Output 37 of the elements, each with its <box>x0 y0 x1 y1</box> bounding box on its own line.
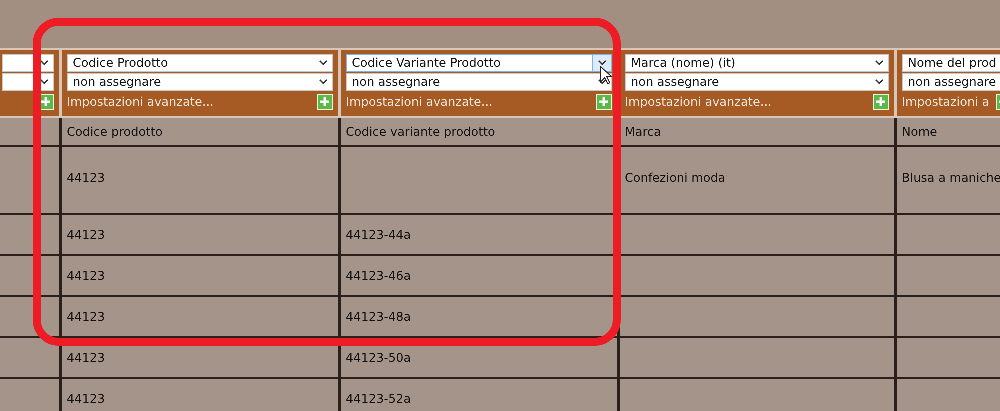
table-cell: 44123 <box>62 297 338 336</box>
add-icon[interactable] <box>596 94 612 110</box>
column-heading: Nome <box>897 118 1000 145</box>
chevron-down-icon <box>874 79 884 85</box>
chevron-down-icon <box>598 79 606 85</box>
table-cell <box>0 379 59 411</box>
chevron-down-icon <box>40 79 48 85</box>
table-cell: 44123 <box>62 256 338 295</box>
dropdown-select[interactable]: Codice Variante Prodotto <box>346 54 612 72</box>
table-cell: 44123 <box>62 379 338 411</box>
chevron-down-icon <box>874 60 884 66</box>
advanced-settings-link[interactable]: Impostazioni avanzate... <box>346 95 493 109</box>
column-heading: Marca <box>620 118 894 145</box>
table-cell: 44123 <box>62 147 338 213</box>
dropdown-select[interactable]: non assegnare <box>625 73 889 91</box>
table-cell: 44123-48a <box>341 297 617 336</box>
dropdown-select[interactable]: non assegnare <box>346 73 612 91</box>
advanced-settings-link[interactable]: Impostazioni a <box>902 95 990 109</box>
advanced-settings-link[interactable]: Impostazioni avanzate... <box>67 95 214 109</box>
advanced-settings-link[interactable]: Impostazioni avanzate... <box>625 95 772 109</box>
table-cell <box>0 338 59 377</box>
table-cell: Confezioni moda <box>620 147 894 213</box>
mouse-cursor-icon <box>600 66 614 86</box>
table-cell: 44123-52a <box>341 379 617 411</box>
dropdown-select[interactable]: Nome del prod <box>902 54 1000 72</box>
dropdown-select[interactable]: Marca (nome) (it) <box>625 54 889 72</box>
dropdown-select[interactable]: non assegnare <box>67 73 333 91</box>
add-icon[interactable] <box>873 94 889 110</box>
dropdown-select[interactable]: non assegnare <box>902 73 1000 91</box>
table-cell: 44123 <box>62 215 338 254</box>
column-heading: Codice prodotto <box>62 118 338 145</box>
chevron-down-icon <box>318 79 328 85</box>
chevron-down-icon <box>598 60 606 66</box>
dropdown-select[interactable]: Codice Prodotto <box>67 54 333 72</box>
chevron-down-icon <box>40 60 48 66</box>
chevron-down-icon <box>318 60 328 66</box>
add-icon[interactable] <box>317 94 333 110</box>
